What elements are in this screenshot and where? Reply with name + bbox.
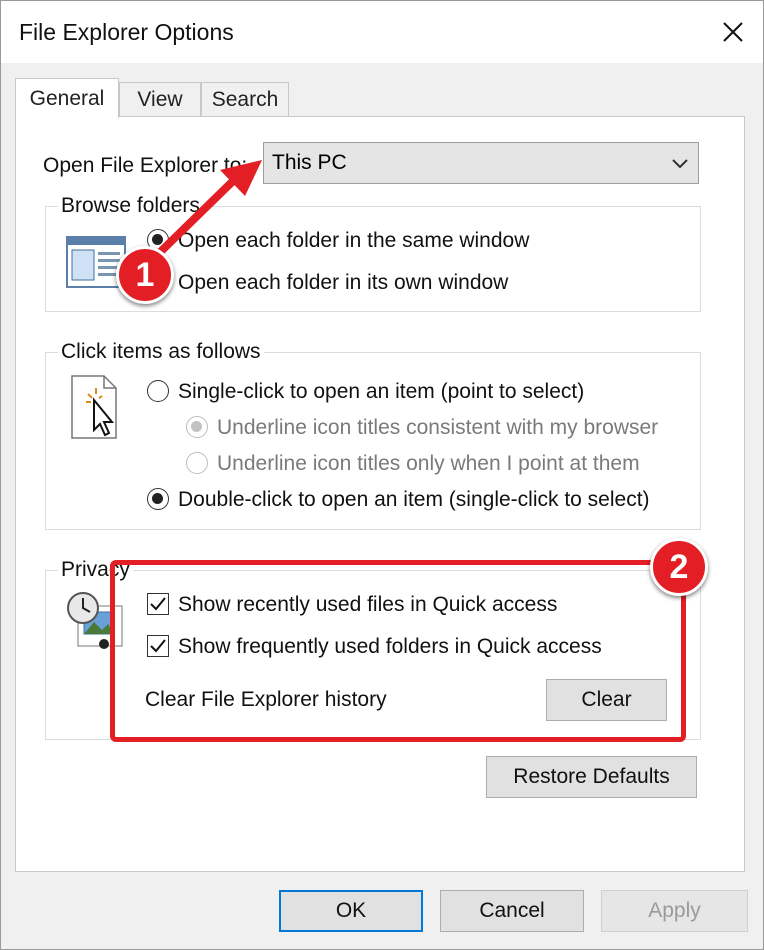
annotation-arrow [146,160,262,266]
annotation-badge-2: 2 [650,538,708,596]
annotation-highlight-box [110,560,686,742]
tab-general[interactable]: General [15,78,119,118]
annotation-badge-1: 1 [116,246,174,304]
